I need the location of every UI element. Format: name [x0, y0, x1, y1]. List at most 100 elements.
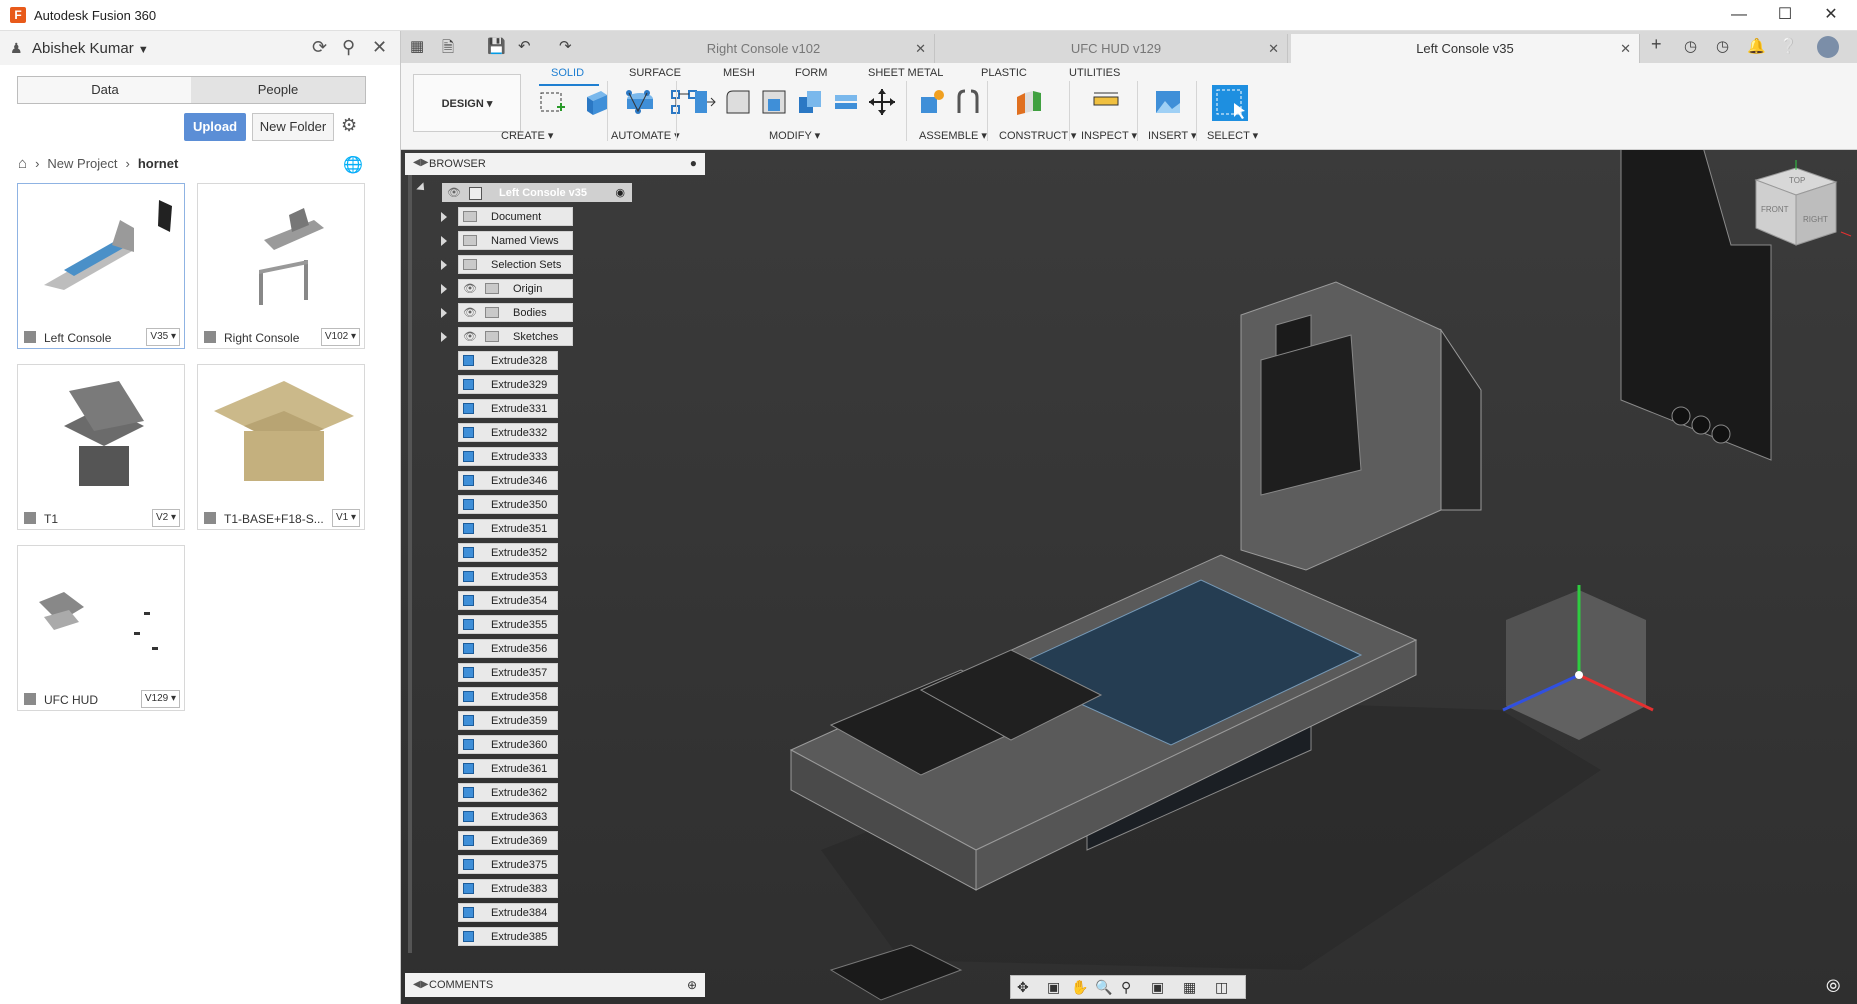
- tab-sheet-metal[interactable]: SHEET METAL: [868, 67, 943, 79]
- modify-menu[interactable]: MODIFY ▾: [769, 129, 820, 142]
- add-comment-icon[interactable]: ⊕: [687, 978, 697, 992]
- new-folder-button[interactable]: New Folder: [252, 113, 334, 141]
- inspect-menu[interactable]: INSPECT ▾: [1081, 129, 1137, 142]
- offset-face-icon[interactable]: [831, 87, 861, 117]
- file-card-t1-base[interactable]: T1-BASE+F18-S... V1 ▾: [197, 364, 365, 530]
- browser-header[interactable]: ◀▶ BROWSER ●: [405, 153, 705, 175]
- browser-feature-item[interactable]: Extrude385: [458, 927, 558, 946]
- joint-icon[interactable]: [953, 87, 983, 117]
- tab-solid[interactable]: SOLID: [551, 67, 584, 79]
- undo-icon[interactable]: ↶: [518, 37, 531, 55]
- close-icon[interactable]: ✕: [1620, 34, 1631, 63]
- construct-menu[interactable]: CONSTRUCT ▾: [999, 129, 1076, 142]
- expand-arrow-icon[interactable]: [441, 212, 447, 222]
- browser-feature-item[interactable]: Extrude350: [458, 495, 558, 514]
- browser-feature-item[interactable]: Extrude369: [458, 831, 558, 850]
- version-dropdown[interactable]: V102 ▾: [320, 328, 360, 346]
- browser-feature-item[interactable]: Extrude331: [458, 399, 558, 418]
- insert-image-icon[interactable]: [1153, 87, 1183, 117]
- browser-feature-item[interactable]: Extrude358: [458, 687, 558, 706]
- collapse-icon[interactable]: ◀▶: [413, 979, 428, 990]
- version-dropdown[interactable]: V2 ▾: [151, 509, 180, 527]
- browser-feature-item[interactable]: Extrude329: [458, 375, 558, 394]
- close-button[interactable]: ✕: [1808, 0, 1854, 30]
- root-component[interactable]: 👁 Left Console v35 ◉: [442, 183, 632, 202]
- tab-right-console[interactable]: Right Console v102 ✕: [593, 34, 935, 63]
- combine-icon[interactable]: [795, 87, 825, 117]
- browser-feature-item[interactable]: Extrude355: [458, 615, 558, 634]
- browser-folder[interactable]: 👁 Bodies: [458, 303, 573, 322]
- tab-mesh[interactable]: MESH: [723, 67, 755, 79]
- people-tab[interactable]: People: [191, 76, 366, 104]
- upload-button[interactable]: Upload: [184, 113, 246, 141]
- zoom-icon[interactable]: 🔍: [1095, 979, 1112, 996]
- radio-icon[interactable]: ◉: [615, 184, 625, 203]
- automate-icon[interactable]: [623, 87, 653, 117]
- browser-feature-item[interactable]: Extrude356: [458, 639, 558, 658]
- bell-icon[interactable]: 🔔: [1747, 37, 1766, 55]
- browser-feature-item[interactable]: Extrude352: [458, 543, 558, 562]
- new-component-icon[interactable]: [917, 87, 947, 117]
- grid-settings-icon[interactable]: ▦: [1183, 979, 1196, 996]
- browser-folder[interactable]: Selection Sets: [458, 255, 573, 274]
- redo-icon[interactable]: ↷: [559, 37, 572, 55]
- display-settings-icon[interactable]: ▣: [1151, 979, 1164, 996]
- select-menu[interactable]: SELECT ▾: [1207, 129, 1258, 142]
- version-dropdown[interactable]: V129 ▾: [140, 690, 180, 708]
- minimize-panel-icon[interactable]: ●: [690, 156, 697, 170]
- breadcrumb-project[interactable]: New Project: [47, 156, 117, 171]
- tab-utilities[interactable]: UTILITIES: [1069, 67, 1120, 79]
- browser-feature-item[interactable]: Extrude351: [458, 519, 558, 538]
- move-icon[interactable]: [867, 87, 897, 117]
- view-cube-top-label[interactable]: TOP: [1789, 176, 1805, 185]
- browser-feature-item[interactable]: Extrude346: [458, 471, 558, 490]
- save-icon[interactable]: 💾: [487, 37, 506, 55]
- browser-feature-item[interactable]: Extrude333: [458, 447, 558, 466]
- browser-feature-item[interactable]: Extrude354: [458, 591, 558, 610]
- insert-menu[interactable]: INSERT ▾: [1148, 129, 1197, 142]
- browser-feature-item[interactable]: Extrude363: [458, 807, 558, 826]
- job-status-icon[interactable]: ◷: [1684, 37, 1697, 55]
- data-tab[interactable]: Data: [17, 76, 193, 104]
- browser-feature-item[interactable]: Extrude353: [458, 567, 558, 586]
- browser-feature-item[interactable]: Extrude332: [458, 423, 558, 442]
- expand-arrow-icon[interactable]: [416, 182, 428, 194]
- minimize-button[interactable]: —: [1716, 0, 1762, 30]
- file-card-ufc-hud[interactable]: UFC HUD V129 ▾: [17, 545, 185, 711]
- fillet-icon[interactable]: [723, 87, 753, 117]
- tab-form[interactable]: FORM: [795, 67, 827, 79]
- view-cube-front-label[interactable]: FRONT: [1761, 205, 1789, 214]
- tab-left-console[interactable]: Left Console v35 ✕: [1291, 34, 1640, 63]
- close-panel-icon[interactable]: ✕: [372, 37, 387, 58]
- workspace-switcher[interactable]: DESIGN ▾: [413, 74, 521, 132]
- browser-folder[interactable]: 👁 Sketches: [458, 327, 573, 346]
- tab-ufc-hud[interactable]: UFC HUD v129 ✕: [945, 34, 1288, 63]
- view-cube-right-label[interactable]: RIGHT: [1803, 215, 1828, 224]
- refresh-icon[interactable]: ⟳: [312, 37, 327, 58]
- version-dropdown[interactable]: V1 ▾: [331, 509, 360, 527]
- eye-icon[interactable]: 👁: [463, 328, 477, 347]
- browser-feature-item[interactable]: Extrude328: [458, 351, 558, 370]
- offset-plane-icon[interactable]: [1013, 87, 1043, 117]
- gear-icon[interactable]: ⚙: [341, 115, 357, 136]
- expand-arrow-icon[interactable]: [441, 332, 447, 342]
- create-sketch-icon[interactable]: [537, 87, 567, 117]
- eye-icon[interactable]: 👁: [447, 184, 461, 203]
- home-icon[interactable]: ⌂: [18, 155, 27, 172]
- browser-feature-item[interactable]: Extrude383: [458, 879, 558, 898]
- orbit-icon[interactable]: ✥: [1017, 979, 1029, 996]
- avatar[interactable]: [1817, 36, 1839, 58]
- settings-icon[interactable]: ⦾: [1826, 976, 1840, 997]
- browser-feature-item[interactable]: Extrude375: [458, 855, 558, 874]
- eye-icon[interactable]: 👁: [463, 304, 477, 323]
- tab-surface[interactable]: SURFACE: [629, 67, 681, 79]
- close-icon[interactable]: ✕: [915, 34, 926, 63]
- help-icon[interactable]: ❔: [1779, 37, 1798, 55]
- globe-icon[interactable]: 🌐: [343, 155, 363, 175]
- fit-icon[interactable]: ⚲: [1121, 979, 1131, 996]
- comments-panel[interactable]: ◀▶ COMMENTS ⊕: [405, 973, 705, 997]
- view-cube[interactable]: TOP FRONT RIGHT: [1754, 160, 1852, 246]
- browser-folder[interactable]: 👁 Origin: [458, 279, 573, 298]
- create-menu[interactable]: CREATE ▾: [501, 129, 553, 142]
- assemble-menu[interactable]: ASSEMBLE ▾: [919, 129, 987, 142]
